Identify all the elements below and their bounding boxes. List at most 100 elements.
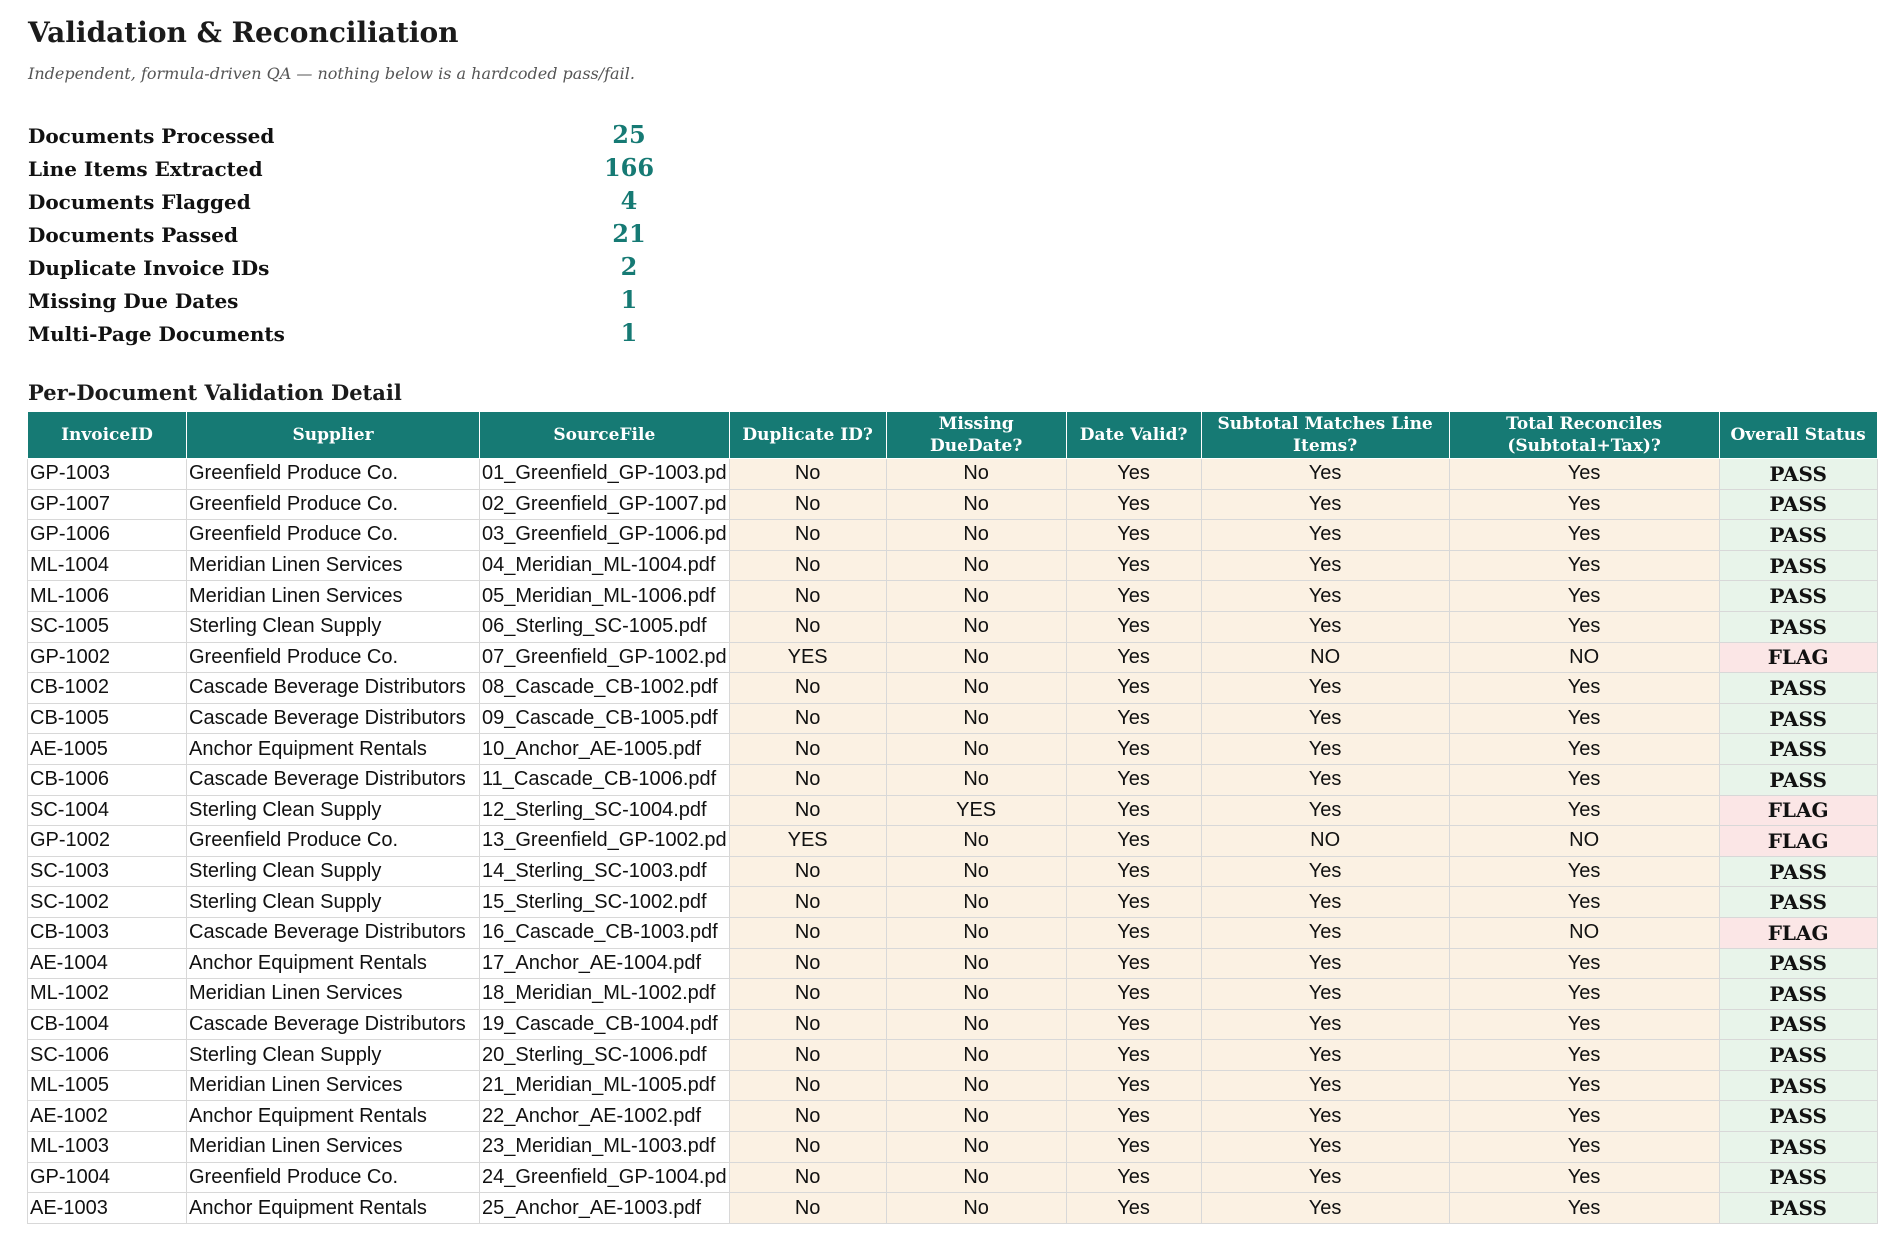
kpi-label: Documents Flagged	[28, 190, 251, 214]
table-cell: Yes	[1200, 763, 1450, 796]
table-cell: No	[885, 1039, 1067, 1071]
table-cell: Yes	[1065, 549, 1202, 582]
kpi-value: 1	[620, 285, 638, 314]
table-cell: No	[728, 733, 887, 765]
status-cell: PASS	[1718, 763, 1878, 796]
table-header-row: InvoiceID Supplier SourceFile Duplicate ID?…	[27, 411, 1878, 459]
table-cell: GP-1007	[27, 488, 187, 521]
table-cell: 16_Cascade_CB-1003.pdf	[479, 916, 730, 949]
table-cell: AE-1004	[27, 947, 187, 980]
table-cell: Yes	[1448, 763, 1720, 796]
column-header: Overall Status	[1718, 411, 1878, 459]
table-cell: 20_Sterling_SC-1006.pdf	[479, 1039, 730, 1071]
table-cell: 05_Meridian_ML-1006.pdf	[479, 580, 730, 612]
table-cell: 21_Meridian_ML-1005.pdf	[479, 1069, 730, 1102]
table-cell: Yes	[1448, 1131, 1720, 1163]
table-row: GP-1004 Greenfield Produce Co. 24_Greenfie…	[27, 1161, 1878, 1194]
table-cell: Yes	[1448, 1008, 1720, 1041]
table-cell: Yes	[1065, 519, 1202, 551]
table-cell: Yes	[1065, 1192, 1202, 1224]
table-cell: Yes	[1065, 1131, 1202, 1163]
table-cell: Anchor Equipment Rentals	[186, 1192, 480, 1224]
table-row: SC-1005 Sterling Clean Supply 06_Sterling_…	[27, 610, 1878, 643]
table-cell: Yes	[1065, 458, 1202, 490]
validation-table: InvoiceID Supplier SourceFile Duplicate ID?…	[27, 411, 1878, 1224]
table-cell: Yes	[1200, 1008, 1450, 1041]
table-cell: 24_Greenfield_GP-1004.pd	[479, 1161, 730, 1194]
table-cell: Yes	[1448, 610, 1720, 643]
table-cell: No	[885, 519, 1067, 551]
table-row: CB-1005 Cascade Beverage Distributors 09_C…	[27, 702, 1878, 735]
table-cell: Cascade Beverage Distributors	[186, 763, 480, 796]
table-row: SC-1004 Sterling Clean Supply 12_Sterling_…	[27, 794, 1878, 827]
status-cell: FLAG	[1718, 825, 1878, 857]
table-cell: 22_Anchor_AE-1002.pdf	[479, 1100, 730, 1133]
table-cell: No	[885, 672, 1067, 704]
table-cell: 23_Meridian_ML-1003.pdf	[479, 1131, 730, 1163]
table-cell: No	[728, 1039, 887, 1071]
table-cell: 06_Sterling_SC-1005.pdf	[479, 610, 730, 643]
table-cell: Yes	[1200, 519, 1450, 551]
table-cell: No	[728, 886, 887, 918]
status-cell: PASS	[1718, 549, 1878, 582]
table-cell: Meridian Linen Services	[186, 549, 480, 582]
table-cell: CB-1006	[27, 763, 187, 796]
column-header: Total Reconciles (Subtotal+Tax)?	[1448, 411, 1720, 459]
table-row: ML-1006 Meridian Linen Services 05_Meridia…	[27, 580, 1878, 612]
table-cell: No	[728, 1161, 887, 1194]
table-cell: Yes	[1065, 641, 1202, 674]
table-cell: Yes	[1200, 1192, 1450, 1224]
table-cell: No	[728, 1131, 887, 1163]
table-cell: Yes	[1448, 672, 1720, 704]
page-title: Validation & Reconciliation	[28, 16, 459, 49]
table-row: AE-1003 Anchor Equipment Rentals 25_Anchor…	[27, 1192, 1878, 1224]
table-cell: No	[885, 978, 1067, 1010]
table-cell: Sterling Clean Supply	[186, 610, 480, 643]
table-cell: No	[728, 1069, 887, 1102]
column-header: SourceFile	[479, 411, 730, 459]
table-cell: Yes	[1065, 733, 1202, 765]
table-cell: No	[885, 855, 1067, 888]
kpi-label: Documents Processed	[28, 124, 275, 148]
kpi-label: Missing Due Dates	[28, 289, 239, 313]
table-cell: No	[728, 672, 887, 704]
status-cell: PASS	[1718, 1039, 1878, 1071]
table-cell: Yes	[1200, 580, 1450, 612]
status-cell: FLAG	[1718, 916, 1878, 949]
table-cell: Yes	[1448, 458, 1720, 490]
table-cell: Greenfield Produce Co.	[186, 458, 480, 490]
table-cell: NO	[1448, 641, 1720, 674]
table-row: GP-1007 Greenfield Produce Co. 02_Greenfie…	[27, 488, 1878, 521]
status-cell: PASS	[1718, 610, 1878, 643]
status-cell: FLAG	[1718, 641, 1878, 674]
table-cell: 09_Cascade_CB-1005.pdf	[479, 702, 730, 735]
table-cell: Yes	[1065, 855, 1202, 888]
table-cell: Yes	[1065, 947, 1202, 980]
table-cell: Yes	[1200, 702, 1450, 735]
table-cell: Yes	[1065, 488, 1202, 521]
table-cell: Yes	[1448, 1192, 1720, 1224]
table-cell: Yes	[1448, 886, 1720, 918]
table-cell: No	[728, 458, 887, 490]
table-cell: No	[885, 1100, 1067, 1133]
table-cell: Yes	[1200, 488, 1450, 521]
table-cell: Sterling Clean Supply	[186, 794, 480, 827]
table-cell: Yes	[1065, 1039, 1202, 1071]
table-cell: No	[885, 1069, 1067, 1102]
table-cell: Yes	[1065, 672, 1202, 704]
table-cell: Greenfield Produce Co.	[186, 519, 480, 551]
table-cell: 07_Greenfield_GP-1002.pd	[479, 641, 730, 674]
status-cell: PASS	[1718, 733, 1878, 765]
kpi-label: Line Items Extracted	[28, 157, 263, 181]
table-cell: ML-1005	[27, 1069, 187, 1102]
table-cell: YES	[728, 641, 887, 674]
table-cell: Meridian Linen Services	[186, 978, 480, 1010]
table-row: ML-1003 Meridian Linen Services 23_Meridia…	[27, 1131, 1878, 1163]
table-cell: Yes	[1200, 1039, 1450, 1071]
table-cell: No	[885, 488, 1067, 521]
kpi-value: 4	[620, 186, 638, 215]
table-cell: NO	[1200, 825, 1450, 857]
table-cell: Yes	[1065, 763, 1202, 796]
status-cell: PASS	[1718, 519, 1878, 551]
kpi-label: Multi-Page Documents	[28, 322, 285, 346]
